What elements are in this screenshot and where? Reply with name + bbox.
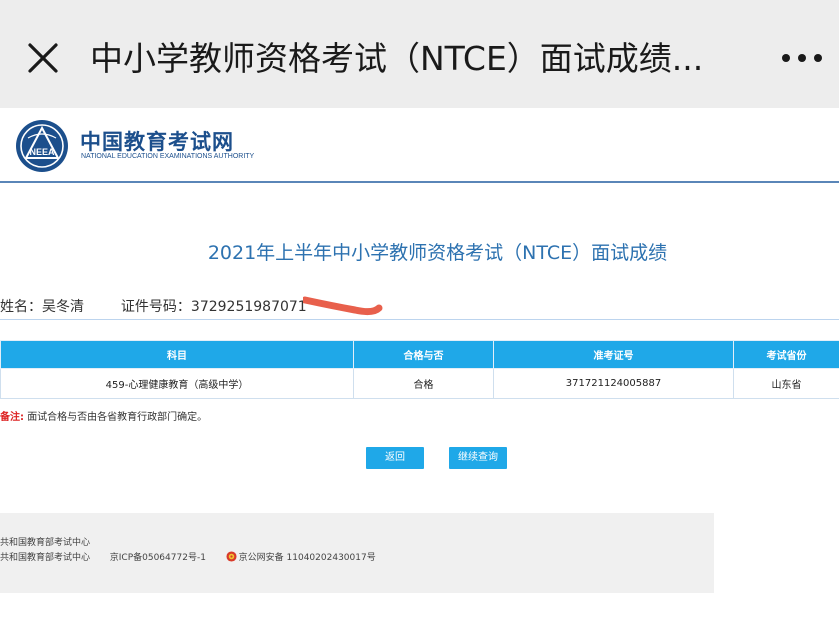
cell-subject: 459-心理健康教育（高级中学） <box>0 368 354 399</box>
page-title: 2021年上半年中小学教师资格考试（NTCE）面试成绩 <box>207 242 668 264</box>
table-row: 459-心理健康教育（高级中学） 合格 371721124005887 山东省 <box>0 368 839 399</box>
close-button[interactable] <box>22 37 64 79</box>
window-title: 中小学教师资格考试（NTCE）面试成绩... <box>90 39 704 78</box>
remark-note: 备注: 面试合格与否由各省教育行政部门确定。 <box>0 408 207 423</box>
remark-text: 面试合格与否由各省教育行政部门确定。 <box>27 412 208 423</box>
continue-query-button[interactable]: 继续查询 <box>449 447 507 469</box>
column-header-subject: 科目 <box>0 340 354 369</box>
name-label: 姓名： <box>0 299 42 315</box>
close-icon <box>28 43 58 73</box>
more-dot-icon <box>782 54 790 62</box>
icp-link[interactable]: 京ICP备05064772号-1 <box>110 553 206 563</box>
person-info: 姓名：吴冬清 证件号码：3729251987071 <box>0 296 839 320</box>
seal-text: NEEA <box>29 147 55 157</box>
cell-result: 合格 <box>353 368 494 399</box>
remark-tag: 备注: <box>0 412 24 423</box>
column-header-province: 考试省份 <box>733 340 839 369</box>
name-value: 吴冬清 <box>42 299 84 315</box>
cell-ticket-number: 371721124005887 <box>493 368 734 399</box>
police-badge-icon <box>226 551 237 562</box>
footer-org-text-2: 共和国教育部考试中心 <box>0 553 91 563</box>
neea-logo-icon[interactable]: NEEA <box>14 118 70 174</box>
table-header-row: 科目 合格与否 准考证号 考试省份 <box>0 340 839 369</box>
redaction-mark <box>301 296 383 316</box>
logo-chinese-text: 中国教育考试网 <box>80 130 234 154</box>
app-bar: 中小学教师资格考试（NTCE）面试成绩... <box>0 0 839 108</box>
score-table: 科目 合格与否 准考证号 考试省份 459-心理健康教育（高级中学） 合格 37… <box>0 340 839 399</box>
page-footer: 共和国教育部考试中心 共和国教育部考试中心 京ICP备05064772号-1 京… <box>0 513 714 593</box>
back-button[interactable]: 返回 <box>366 447 424 469</box>
footer-org-text: 共和国教育部考试中心 <box>0 538 91 548</box>
site-header: NEEA 中国教育考试网 NATIONAL EDUCATION EXAMINAT… <box>0 108 839 183</box>
more-options-button[interactable] <box>778 38 826 78</box>
id-label: 证件号码： <box>120 299 191 315</box>
more-dot-icon <box>814 54 822 62</box>
police-record-link[interactable]: 京公网安备 11040202430017号 <box>239 553 376 563</box>
column-header-result: 合格与否 <box>353 340 494 369</box>
footer-info-line: 共和国教育部考试中心 京ICP备05064772号-1 京公网安备 110402… <box>0 550 376 563</box>
cell-province: 山东省 <box>733 368 839 399</box>
logo-english-text: NATIONAL EDUCATION EXAMINATIONS AUTHORIT… <box>81 153 255 160</box>
more-dot-icon <box>798 54 806 62</box>
column-header-ticket-number: 准考证号 <box>493 340 734 369</box>
id-value: 3729251987071 <box>190 299 307 315</box>
